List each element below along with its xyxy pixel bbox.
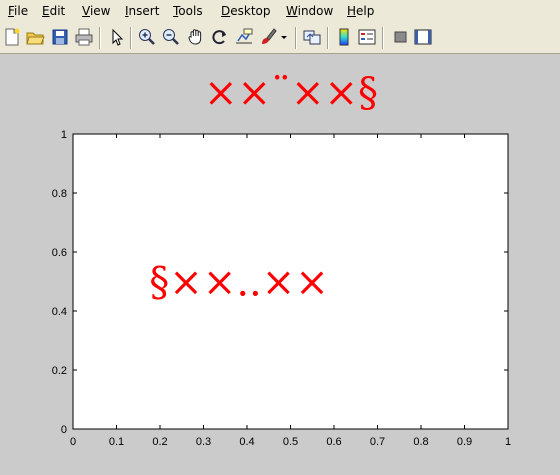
legend-icon[interactable] bbox=[357, 27, 377, 47]
brush-dropdown-icon[interactable] bbox=[279, 27, 289, 47]
menu-edit[interactable]: Edit bbox=[42, 4, 65, 18]
x-tick-label: 0.1 bbox=[109, 436, 124, 448]
link-plot-icon[interactable] bbox=[302, 27, 322, 47]
text-annotation[interactable]: §××..×× bbox=[149, 260, 328, 306]
y-tick-label: 0.2 bbox=[52, 365, 67, 377]
toolbar-separator bbox=[130, 27, 132, 49]
toolbar-separator bbox=[295, 27, 297, 49]
toolbar-separator bbox=[382, 27, 384, 49]
menu-bar: File Edit View Insert Tools Desktop Wind… bbox=[0, 0, 560, 22]
x-tick-label: 0.9 bbox=[457, 436, 472, 448]
y-tick-label: 0.8 bbox=[52, 188, 67, 200]
y-tick-label: 0.6 bbox=[52, 247, 67, 259]
y-tick-label: 0 bbox=[61, 424, 67, 436]
show-plot-tools-icon[interactable] bbox=[413, 27, 433, 47]
toolbar-separator bbox=[327, 27, 329, 49]
y-tick-label: 1 bbox=[61, 129, 67, 141]
axes[interactable]: ××¨××§ 0 0.1 0.2 0.3 0.4 0.5 0.6 0.7 0.8 0.9 1 0 0.… bbox=[0, 55, 560, 475]
menu-help[interactable]: Help bbox=[347, 4, 374, 18]
open-file-icon[interactable] bbox=[25, 27, 45, 47]
zoom-in-icon[interactable] bbox=[137, 27, 157, 47]
menu-desktop[interactable]: Desktop bbox=[221, 4, 271, 18]
x-tick-label: 1 bbox=[505, 436, 511, 448]
figure-toolbar bbox=[0, 22, 560, 54]
menu-insert[interactable]: Insert bbox=[125, 4, 159, 18]
chart-title: ××¨××§ bbox=[204, 70, 378, 116]
x-tick-label: 0.3 bbox=[196, 436, 211, 448]
brush-icon[interactable] bbox=[258, 27, 278, 47]
save-icon[interactable] bbox=[50, 27, 70, 47]
toolbar-separator bbox=[99, 27, 101, 49]
x-tick-label: 0.5 bbox=[283, 436, 298, 448]
x-tick-label: 0.2 bbox=[152, 436, 167, 448]
pan-hand-icon[interactable] bbox=[186, 27, 206, 47]
x-tick-label: 0.6 bbox=[326, 436, 341, 448]
edit-plot-arrow-icon[interactable] bbox=[107, 27, 127, 47]
menu-view[interactable]: View bbox=[82, 4, 110, 18]
colorbar-icon[interactable] bbox=[334, 27, 354, 47]
zoom-out-icon[interactable] bbox=[161, 27, 181, 47]
data-cursor-icon[interactable] bbox=[234, 27, 254, 47]
new-figure-icon[interactable] bbox=[2, 27, 22, 47]
print-icon[interactable] bbox=[74, 27, 94, 47]
x-tick-label: 0.7 bbox=[370, 436, 385, 448]
x-tick-label: 0.8 bbox=[413, 436, 428, 448]
menu-tools[interactable]: Tools bbox=[173, 4, 203, 18]
menu-window[interactable]: Window bbox=[286, 4, 333, 18]
menu-file[interactable]: File bbox=[8, 4, 28, 18]
x-tick-label: 0.4 bbox=[239, 436, 254, 448]
hide-plot-tools-icon[interactable] bbox=[390, 27, 410, 47]
figure-canvas: ××¨××§ 0 0.1 0.2 0.3 0.4 0.5 0.6 0.7 0.8 0.9 1 0 0.… bbox=[0, 55, 560, 475]
x-tick-label: 0 bbox=[70, 436, 76, 448]
rotate-3d-icon[interactable] bbox=[210, 27, 230, 47]
y-tick-label: 0.4 bbox=[52, 306, 67, 318]
